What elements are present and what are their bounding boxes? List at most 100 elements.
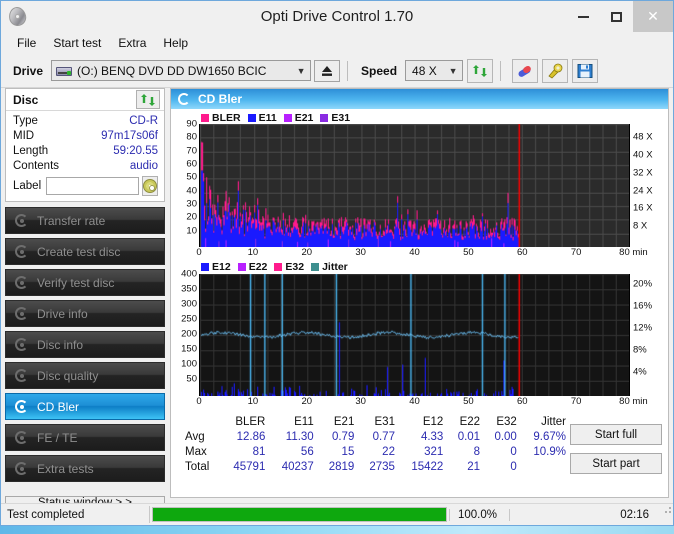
menu-extra[interactable]: Extra bbox=[110, 34, 154, 52]
sidebar-item-create-test-disc[interactable]: Create test disc bbox=[5, 238, 165, 265]
stats-col-e31: E31 bbox=[374, 415, 395, 428]
drive-select-value: (O:) BENQ DVD DD DW1650 BCIC bbox=[77, 63, 267, 78]
start-part-button[interactable]: Start part bbox=[570, 453, 662, 475]
speed-select[interactable]: 48 X ▼ bbox=[405, 60, 464, 81]
sidebar-item-label: Extra tests bbox=[37, 461, 94, 476]
sidebar-item-verify-test-disc[interactable]: Verify test disc bbox=[5, 269, 165, 296]
disc-refresh-button[interactable] bbox=[136, 90, 160, 109]
y-tick-label: 400 bbox=[181, 268, 197, 280]
y-tick-label: 50 bbox=[186, 171, 197, 183]
disc-length-key: Length bbox=[13, 145, 49, 157]
disc-contents-key: Contents bbox=[13, 160, 60, 172]
x-tick-label: 40 bbox=[409, 246, 420, 258]
stats-cell: 0.77 bbox=[372, 430, 395, 443]
stats-cell: 0 bbox=[510, 445, 517, 458]
right-y-tick-label: 32 X bbox=[633, 167, 653, 179]
x-tick-label: 0 bbox=[196, 396, 202, 408]
stats-cell: 15422 bbox=[411, 460, 444, 473]
right-y-tick-label: 48 X bbox=[633, 131, 653, 143]
x-tick-label: 40 bbox=[409, 396, 420, 408]
stats-header-row: BLER E11 E21 E31 E12 E22 E32 Jitter bbox=[177, 414, 570, 429]
stats-cell: 9.67% bbox=[533, 430, 566, 443]
sidebar-item-extra-tests[interactable]: Extra tests bbox=[5, 455, 165, 482]
sidebar-item-transfer-rate[interactable]: Transfer rate bbox=[5, 207, 165, 234]
sidebar-item-disc-info[interactable]: Disc info bbox=[5, 331, 165, 358]
disc-properties: Type CD-R MID 97m17s06f Length 59:20.55 … bbox=[6, 111, 164, 201]
legend-item-bler: BLER bbox=[201, 112, 241, 124]
menu-help[interactable]: Help bbox=[155, 34, 196, 52]
bler-chart-legend: BLER E11 E21 E31 bbox=[173, 111, 666, 124]
tools-button[interactable] bbox=[542, 58, 569, 83]
sidebar-item-label: FE / TE bbox=[37, 430, 78, 445]
title-bar: Opti Drive Control 1.70 ✕ bbox=[1, 1, 673, 32]
toolbar: Drive (O:) BENQ DVD DD DW1650 BCIC ▼ Spe… bbox=[1, 54, 673, 88]
sidebar-item-label: Disc quality bbox=[37, 368, 99, 383]
e12-plot[interactable] bbox=[199, 273, 630, 397]
sidebar-item-label: Drive info bbox=[37, 306, 88, 321]
action-buttons: Start full Start part bbox=[570, 414, 662, 482]
legend-swatch bbox=[247, 113, 256, 122]
drive-select[interactable]: (O:) BENQ DVD DD DW1650 BCIC ▼ bbox=[51, 60, 312, 81]
x-tick-label: 80 min bbox=[619, 396, 648, 408]
save-button[interactable] bbox=[572, 58, 599, 83]
app-window: Opti Drive Control 1.70 ✕ File Start tes… bbox=[0, 0, 674, 526]
progress-percent: 100.0% bbox=[449, 508, 509, 521]
right-y-tick-label: 40 X bbox=[633, 149, 653, 161]
cd-icon bbox=[143, 179, 157, 193]
table-row: Avg 12.86 11.30 0.79 0.77 4.33 0.01 0.00… bbox=[177, 429, 570, 444]
stats-col-blank bbox=[177, 414, 221, 429]
disc-type-key: Type bbox=[13, 115, 38, 127]
y-tick-label: 300 bbox=[181, 298, 197, 310]
table-row: Total 45791 40237 2819 2735 15422 21 0 bbox=[177, 459, 570, 474]
stats-cell: 22 bbox=[382, 445, 395, 458]
sidebar-item-fe-te[interactable]: FE / TE bbox=[5, 424, 165, 451]
eject-icon bbox=[322, 65, 333, 76]
stats-cell: 21 bbox=[467, 460, 481, 473]
minimize-button[interactable] bbox=[567, 1, 600, 32]
disc-row-length: Length 59:20.55 bbox=[13, 144, 158, 159]
legend-label: E22 bbox=[248, 261, 268, 274]
disc-row-type: Type CD-R bbox=[13, 114, 158, 129]
disc-scan-icon bbox=[177, 92, 192, 106]
x-tick-label: 60 bbox=[516, 396, 528, 408]
sidebar-item-label: Disc info bbox=[37, 337, 84, 352]
drive-icon bbox=[56, 64, 73, 77]
speed-label: Speed bbox=[361, 63, 398, 78]
status-bar: Test completed 100.0% 02:16 bbox=[1, 503, 673, 525]
legend-swatch bbox=[237, 263, 246, 272]
refresh-icon bbox=[141, 93, 155, 106]
eject-button[interactable] bbox=[314, 59, 341, 82]
legend-swatch bbox=[201, 113, 209, 122]
right-y-tick-label: 16 X bbox=[633, 202, 653, 214]
close-button[interactable]: ✕ bbox=[633, 1, 673, 32]
start-full-button[interactable]: Start full bbox=[570, 424, 662, 446]
disc-scan-icon bbox=[14, 213, 30, 228]
toolbar-divider-2 bbox=[500, 60, 502, 81]
sidebar-item-disc-quality[interactable]: Disc quality bbox=[5, 362, 165, 389]
erase-button[interactable] bbox=[512, 58, 539, 83]
x-tick-label: 20 bbox=[301, 396, 313, 408]
legend-label: Jitter bbox=[322, 261, 348, 274]
e12-y-axis: 50 100 150 200 250 300 350 400 bbox=[173, 268, 199, 394]
sidebar-item-cd-bler[interactable]: CD Bler bbox=[5, 393, 165, 420]
disc-label-input[interactable] bbox=[46, 177, 139, 195]
refresh-icon bbox=[473, 64, 488, 77]
menu-file[interactable]: File bbox=[9, 34, 44, 52]
legend-item-e12: E12 bbox=[201, 261, 231, 273]
menu-start-test[interactable]: Start test bbox=[45, 34, 109, 52]
sidebar-item-drive-info[interactable]: Drive info bbox=[5, 300, 165, 327]
bler-plot[interactable] bbox=[199, 124, 630, 247]
disc-scan-icon bbox=[14, 430, 30, 445]
sidebar-filler bbox=[5, 482, 165, 490]
y-tick-label: 70 bbox=[186, 145, 197, 157]
window-controls: ✕ bbox=[567, 1, 673, 32]
stats-col-jitter: Jitter bbox=[541, 415, 566, 428]
y-tick-label: 50 bbox=[186, 373, 197, 385]
right-y-tick-label: 20% bbox=[633, 278, 653, 290]
stats-cell: 4.33 bbox=[420, 430, 444, 443]
content-header: CD Bler bbox=[171, 89, 668, 109]
disc-label-cd-button[interactable] bbox=[142, 176, 158, 196]
stats-section: BLER E11 E21 E31 E12 E22 E32 Jitter Avg … bbox=[171, 410, 668, 482]
maximize-button[interactable] bbox=[600, 1, 633, 32]
refresh-button[interactable] bbox=[467, 58, 494, 83]
